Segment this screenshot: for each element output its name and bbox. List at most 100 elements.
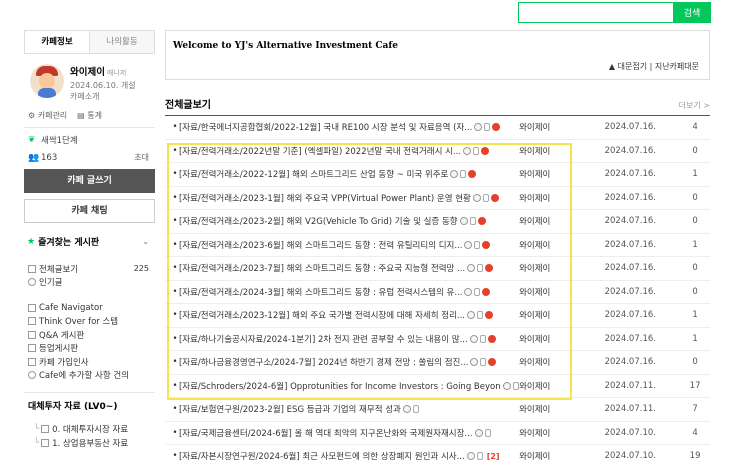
table-row[interactable]: • [자료/전력거래소/2023-6월] 해외 스마트그리드 동향 : 전력 유틸… (165, 234, 710, 257)
menu-item-cafe-navigator[interactable]: Cafe Navigator (28, 301, 155, 315)
post-author[interactable]: 와이제이 (519, 450, 605, 461)
table-row[interactable]: • [자료/하나금융경영연구소/2024-7월] 2024년 하반기 경제 전망 … (165, 351, 710, 375)
post-views: 1 (692, 310, 698, 321)
menu-item-alt-market[interactable]: └ 0. 대체투자시장 자료 (34, 422, 155, 436)
post-views: 1 (692, 169, 698, 180)
post-author[interactable]: 와이제이 (519, 239, 605, 251)
table-row[interactable]: • [자료/국제금융센터/2024-6월] 올 해 역대 최악의 지구온난화와 국… (165, 422, 710, 445)
post-date: 2024.07.11. (604, 404, 656, 415)
post-count: 225 (133, 264, 149, 274)
menu-item-greeting[interactable]: 카페 가입인사 (28, 355, 155, 369)
post-author[interactable]: 와이제이 (519, 215, 605, 227)
new-badge-icon (482, 240, 491, 249)
table-row[interactable]: • [자료/전력거래소/2023-2월] 해외 V2G(Vehicle To Gr… (165, 210, 710, 234)
search-button[interactable]: 검색 (673, 2, 711, 23)
post-date: 2024.07.16. (604, 145, 656, 156)
new-badge-icon (481, 146, 490, 155)
post-author[interactable]: 와이제이 (519, 192, 605, 204)
post-subject[interactable]: [자료/전력거래소/2022-12월] 해외 스마트그리드 산업 동향 ~ 미국… (179, 168, 519, 180)
table-row[interactable]: • [자료/보험연구원/2023-2월] ESG 등급과 기업의 재무적 성과 와이… (165, 398, 710, 422)
attachment-icon (473, 146, 480, 155)
post-author[interactable]: 와이제이 (519, 286, 605, 298)
table-row[interactable]: • [자료/전력거래소/2022년말 기준] (엑셀파일) 2022년말 국내 전… (165, 140, 710, 163)
post-subject[interactable]: [자료/전력거래소/2023-12월] 해외 주요 국가별 전력시장에 대해 자… (179, 309, 519, 321)
table-row[interactable]: • [자료/하나기술공시자료/2024-1분기] 2차 전지 관련 공부할 수 있… (165, 328, 710, 351)
board-icon (28, 303, 36, 312)
profile-name[interactable]: 와이제이 매니저 (70, 64, 136, 78)
avatar[interactable] (30, 64, 64, 98)
post-author[interactable]: 와이제이 (519, 403, 605, 415)
attachment-icon (474, 240, 481, 249)
new-badge-icon (485, 311, 493, 320)
bullet: • (172, 286, 178, 297)
post-author[interactable]: 와이제이 (519, 168, 605, 180)
menu-item-levelup[interactable]: 등업게시판 (28, 342, 155, 356)
menu-item-think-over[interactable]: Think Over for 스텝 (28, 315, 155, 329)
post-subject[interactable]: [자료/하나기술공시자료/2024-1분기] 2차 전지 관련 공부할 수 있는… (179, 333, 519, 345)
post-subject[interactable]: [자료/전력거래소/2023-7월] 해외 스마트그리드 동향 : 주요국 지능… (179, 262, 519, 274)
table-row[interactable]: • [자료/한국에너지공합협회/2022-12월] 국내 RE100 시장 분석 … (165, 116, 710, 140)
table-row[interactable]: • [자료/전력거래소/2023-12월] 해외 주요 국가별 전력시장에 대해 … (165, 304, 710, 328)
write-post-button[interactable]: 카페 글쓰기 (24, 169, 155, 193)
post-subject[interactable]: [자료/전력거래소/2022년말 기준] (엑셀파일) 2022년말 국내 전력… (179, 145, 519, 157)
post-author[interactable]: 와이제이 (519, 309, 605, 321)
post-subject[interactable]: [자료/전력거래소/2024-3월] 해외 스마트그리드 동향 : 유럽 전력시… (179, 286, 519, 298)
table-row[interactable]: • [자료/전력거래소/2023-1월] 해외 주요국 VPP(Virtual P… (165, 187, 710, 210)
menu-item-all-posts[interactable]: 전체글보기 225 (28, 262, 155, 276)
invite-link[interactable]: 초대 (134, 152, 155, 163)
post-date: 2024.07.11. (604, 380, 656, 391)
post-subject[interactable]: [자료/전력거래소/2023-6월] 해외 스마트그리드 동향 : 전력 유틸리… (179, 239, 519, 251)
sprout-icon: ❦ (28, 135, 36, 145)
tab-my-activity[interactable]: 나의활동 (90, 31, 154, 53)
cafe-chat-button[interactable]: 카페 채팅 (24, 199, 155, 223)
question-icon (464, 240, 473, 249)
cafe-intro-link[interactable]: 카페소개 (70, 91, 136, 102)
menu-item-commercial-re[interactable]: └ 1. 상업용부동산 자료 (34, 436, 155, 450)
post-author[interactable]: 와이제이 (519, 121, 605, 133)
post-subject[interactable]: [자료/전력거래소/2023-1월] 해외 주요국 VPP(Virtual Po… (179, 192, 519, 204)
board-icon (28, 330, 36, 339)
comment-count[interactable]: [2] (487, 452, 500, 461)
question-icon (474, 428, 483, 437)
post-subject[interactable]: [자료/한국에너지공합협회/2022-12월] 국내 RE100 시장 분석 및… (179, 121, 519, 133)
stats-link[interactable]: ▤ 통계 (77, 110, 102, 121)
post-date: 2024.07.10. (604, 427, 656, 438)
post-subject[interactable]: [자료/Schroders/2024-6월] Opprotunities for… (179, 380, 520, 392)
attachment-icon (482, 193, 489, 202)
cafe-manage-link[interactable]: ⚙ 카페관리 (28, 110, 67, 121)
question-icon (472, 193, 481, 202)
post-date: 2024.07.16. (604, 263, 656, 274)
menu-item-popular[interactable]: 인기글 (28, 276, 155, 290)
bullet: • (172, 427, 178, 438)
menu-item-suggestion[interactable]: Cafe에 추가할 사항 건의 (28, 369, 155, 383)
post-subject[interactable]: [자료/국제금융센터/2024-6월] 올 해 역대 최악의 지구온난화와 국제… (179, 427, 519, 439)
board-icon (41, 439, 50, 447)
post-date: 2024.07.16. (604, 333, 656, 344)
post-author[interactable]: 와이제이 (519, 333, 605, 345)
bullet: • (172, 357, 178, 368)
favorite-boards[interactable]: ★ 즐겨찾는 게시판 ⌄ (24, 223, 155, 249)
post-author[interactable]: 와이제이 (519, 380, 605, 392)
post-subject[interactable]: [자료/하나금융경영연구소/2024-7월] 2024년 하반기 경제 전망 :… (179, 356, 519, 368)
table-row[interactable]: • [자료/자본시장연구원/2024-6월] 최근 사모펀드에 의한 상장폐지 원… (165, 445, 710, 461)
table-row[interactable]: • [자료/전력거래소/2023-7월] 해외 스마트그리드 동향 : 주요국 지… (165, 257, 710, 281)
post-author[interactable]: 와이제이 (519, 145, 605, 157)
menu-item-qna[interactable]: Q&A 게시판 (28, 328, 155, 342)
banner-links[interactable]: ▲ 대문접기 | 지난카페대문 (609, 61, 699, 72)
post-author[interactable]: 와이제이 (519, 427, 605, 439)
post-subject[interactable]: [자료/보험연구원/2023-2월] ESG 등급과 기업의 재무적 성과 (179, 403, 519, 415)
post-subject[interactable]: [자료/전력거래소/2023-2월] 해외 V2G(Vehicle To Gri… (179, 215, 519, 227)
post-subject[interactable]: [자료/자본시장연구원/2024-6월] 최근 사모펀드에 의한 상장폐지 원인… (179, 450, 519, 461)
new-badge-icon (468, 170, 477, 179)
table-row[interactable]: • [자료/전력거래소/2022-12월] 해외 스마트그리드 산업 동향 ~ 미… (165, 163, 710, 187)
tab-cafe-info[interactable]: 카페정보 (25, 31, 90, 53)
more-link[interactable]: 더보기 > (679, 100, 710, 111)
attachment-icon (484, 123, 491, 132)
search-input[interactable] (518, 2, 673, 23)
post-author[interactable]: 와이제이 (519, 356, 605, 368)
table-row[interactable]: • [자료/Schroders/2024-6월] Opprotunities fo… (165, 375, 710, 398)
bullet: • (172, 380, 178, 391)
post-author[interactable]: 와이제이 (519, 262, 605, 274)
table-row[interactable]: • [자료/전력거래소/2024-3월] 해외 스마트그리드 동향 : 유럽 전력… (165, 281, 710, 304)
popular-icon (28, 278, 36, 287)
